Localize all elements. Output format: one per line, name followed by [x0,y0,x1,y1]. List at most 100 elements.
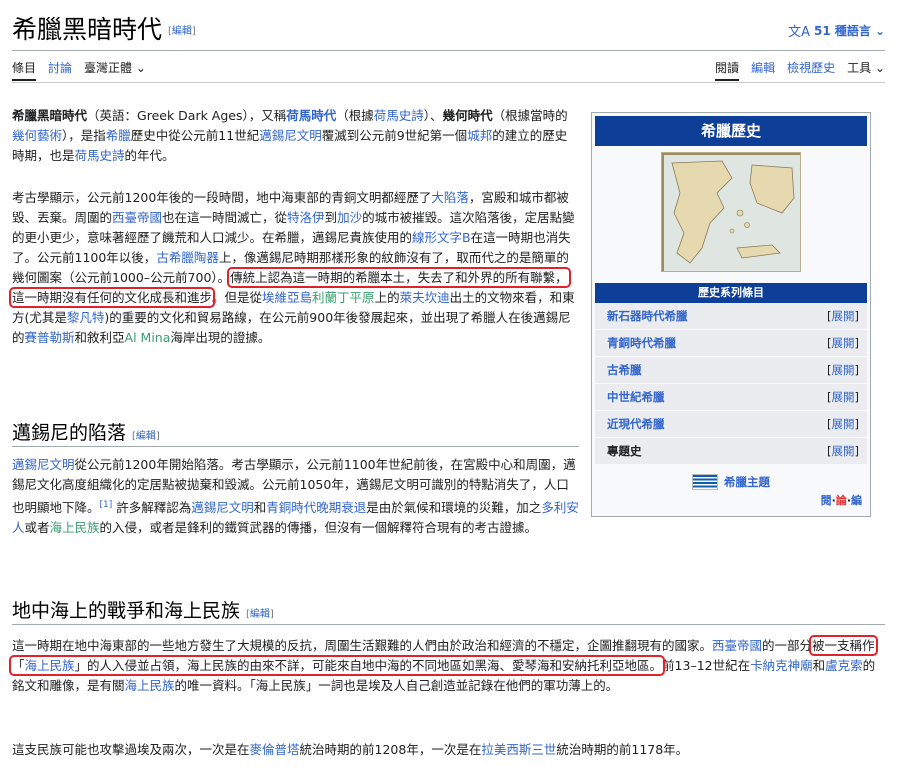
title-edit-link[interactable]: [編輯] [168,26,196,37]
link-gaza[interactable]: 加沙 [337,210,362,225]
link-merneptah[interactable]: 麥倫普塔 [250,742,300,757]
link-luxor[interactable]: 盧克索 [825,658,863,673]
row-label[interactable]: 青銅時代希臘 [607,335,676,351]
expand-toggle[interactable]: [展開] [827,416,859,432]
link-mycenaean[interactable]: 邁錫尼文明 [259,128,322,143]
infobox-subheader: 歷史系列條目 [595,283,867,303]
bold-term: 希臘黑暗時代 [12,108,88,123]
language-button[interactable]: 文A 51 種語言 ⌄ [788,21,885,41]
text: 考古學顯示，公元前1200年後的一段時間，地中海東部的青銅文明都經歷了 [12,190,432,205]
infobox-row-ancient[interactable]: 古希臘 [展開] [595,357,867,384]
expand-label[interactable]: 展開 [832,417,855,431]
section-divider [12,624,885,625]
infobox-row-neolithic[interactable]: 新石器時代希臘 [展開] [595,303,867,330]
link-polis[interactable]: 城邦 [467,128,492,143]
text: 到 [324,210,338,225]
section-edit-label[interactable]: 編輯 [250,609,270,620]
expand-label[interactable]: 展開 [832,444,855,458]
link-hittite[interactable]: 西臺帝國 [112,210,162,225]
link-troy[interactable]: 特洛伊 [287,210,325,225]
reference-link[interactable]: [1] [100,500,113,510]
tab-variant[interactable]: 臺灣正體 ⌄ [84,59,146,81]
text: 的入侵，或者是鋒利的鐵質武器的傳播，但沒有一個解釋符合現有的考古證據。 [99,520,538,536]
link-cyprus[interactable]: 賽普勒斯 [25,330,75,345]
link-greece[interactable]: 希臘 [106,128,131,143]
page-title: 希臘黑暗時代 [編輯] [12,14,196,48]
tab-tools[interactable]: 工具 ⌄ [847,59,885,81]
talk-link[interactable]: 論 [836,494,847,507]
link-sea-peoples[interactable]: 海上民族 [50,520,100,535]
text: 是由於氣候和環境的災難，加之 [366,500,542,516]
infobox-map-image[interactable] [661,152,801,272]
section-edit-link[interactable]: [編輯] [132,431,160,442]
tools-label: 工具 [847,61,872,75]
expand-toggle[interactable]: [展開] [827,389,859,405]
text: 的年代。 [124,148,175,163]
link-linear-b[interactable]: 線形文字B [412,230,471,245]
section-2-paragraph-1: 這一時期在地中海東部的一些地方發生了大規模的反抗，周圍生活艱難的人們由於政治和經… [9,635,882,696]
expand-toggle[interactable]: [展開] [827,362,859,378]
text: 」的人入侵並占領，海上民族的由來不詳，可能來自地中海的不同地區如黑海、愛琴海和安… [74,658,663,673]
expand-label[interactable]: 展開 [832,390,855,404]
link-homeric-epics[interactable]: 荷馬史詩 [374,108,424,123]
lead-paragraph-1: 希臘黑暗時代（英語：Greek Dark Ages），又稱荷馬時代（根據荷馬史詩… [12,106,579,166]
row-label[interactable]: 近現代希臘 [607,416,665,432]
link-lefkandi[interactable]: 萊夫坎迪 [400,290,450,305]
tab-history[interactable]: 檢視歷史 [787,59,835,81]
section-heading-text: 地中海上的戰爭和海上民族 [12,600,241,622]
link-mycenaean-2[interactable]: 邁錫尼文明 [191,500,254,515]
text: 。但是從 [212,290,263,305]
link-lelantine-plain[interactable]: 利蘭丁平原 [312,290,375,305]
edit-link[interactable]: 編 [851,494,862,507]
link-karnak[interactable]: 卡納克神廟 [750,658,813,673]
portal-label[interactable]: 希臘主題 [724,474,770,490]
link-ramesses-iii[interactable]: 拉美西斯三世 [481,742,556,757]
link-sea-peoples-2[interactable]: 海上民族 [125,678,175,693]
title-edit-label[interactable]: 編輯 [172,26,192,37]
link-sea-peoples[interactable]: 海上民族 [25,658,75,673]
tab-talk[interactable]: 討論 [48,59,72,81]
expand-label[interactable]: 展開 [832,309,855,323]
expand-toggle[interactable]: [展開] [827,443,859,459]
portal-link[interactable]: 希臘主題 [592,474,870,490]
tab-read[interactable]: 閱讀 [715,59,740,81]
infobox-row-modern[interactable]: 近現代希臘 [展開] [595,411,867,438]
link-geometric-art[interactable]: 幾何藝術 [12,128,62,143]
section-divider [12,446,579,447]
link-levant[interactable]: 黎凡特 [67,310,105,325]
text: 的一部分 [762,638,813,653]
tab-article[interactable]: 條目 [12,59,37,81]
view-link[interactable]: 閱 [821,494,832,507]
tab-edit[interactable]: 編輯 [751,59,775,81]
infobox-row-medieval[interactable]: 中世紀希臘 [展開] [595,384,867,411]
section-edit-link[interactable]: [編輯] [246,609,274,620]
text: 許多解釋認為 [112,500,192,516]
text: 或者 [24,520,50,536]
infobox-title: 希臘歷史 [595,116,867,146]
expand-toggle[interactable]: [展開] [827,308,859,324]
text: 前13–12世紀在 [662,658,751,673]
text: 覆滅到公元前9世紀第一個 [321,128,468,143]
link-hittite[interactable]: 西臺帝國 [712,638,762,653]
link-al-mina[interactable]: Al Mina [125,330,171,345]
page-title-text: 希臘黑暗時代 [12,15,163,44]
text: 歷史中從公元前11世紀 [130,128,260,143]
link-bronze-age-collapse[interactable]: 青銅時代晚期衰退 [266,500,366,515]
link-homeric-epics-2[interactable]: 荷馬史詩 [75,148,125,163]
link-collapse[interactable]: 大陷落 [431,190,469,205]
expand-toggle[interactable]: [展開] [827,335,859,351]
row-label[interactable]: 古希臘 [607,362,642,378]
expand-label[interactable]: 展開 [832,363,855,377]
link-greek-pottery[interactable]: 古希臘陶器 [156,250,219,265]
link-mycenaean[interactable]: 邁錫尼文明 [12,457,75,472]
row-label[interactable]: 新石器時代希臘 [607,308,688,324]
text: ），是指 [62,128,106,143]
row-label[interactable]: 中世紀希臘 [607,389,665,405]
text: 的唯一資料。「海上民族」一詞也是埃及人自己創造並記錄在他們的軍功薄上的。 [174,678,619,693]
section-edit-label[interactable]: 編輯 [136,431,156,442]
infobox-row-topics[interactable]: 專題史 [展開] [595,438,867,465]
expand-label[interactable]: 展開 [832,336,855,350]
link-homeric-age[interactable]: 荷馬時代 [286,108,336,123]
link-euboea[interactable]: 埃維亞島 [262,290,312,305]
infobox-row-bronze-age[interactable]: 青銅時代希臘 [展開] [595,330,867,357]
